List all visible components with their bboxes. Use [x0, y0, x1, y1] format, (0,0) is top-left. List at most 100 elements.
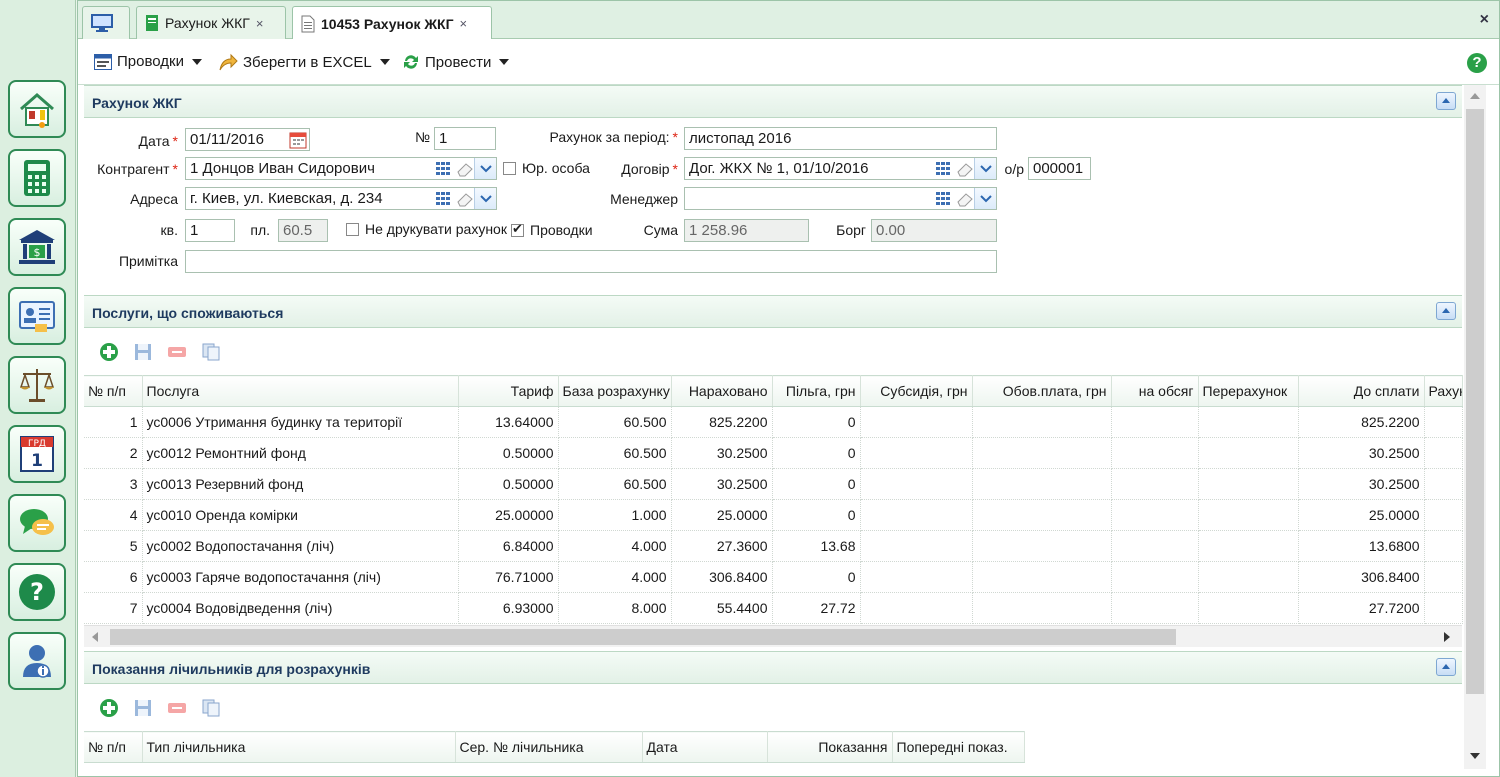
table-cell[interactable]: 4.000	[558, 530, 672, 562]
note-field[interactable]	[185, 250, 997, 273]
table-cell[interactable]	[860, 592, 973, 624]
eraser-icon[interactable]	[956, 191, 974, 207]
scroll-thumb[interactable]	[110, 629, 1176, 645]
table-cell[interactable]	[1424, 406, 1463, 438]
table-cell[interactable]: 4.000	[558, 561, 672, 593]
post-document-button[interactable]: Провести	[402, 53, 510, 71]
table-cell[interactable]	[972, 437, 1112, 469]
table-cell[interactable]: ус0003 Гаряче водопостачання (ліч)	[142, 561, 459, 593]
col-header[interactable]: № п/п	[84, 731, 143, 763]
table-cell[interactable]: 3	[84, 468, 143, 500]
table-cell[interactable]: 0.50000	[458, 437, 559, 469]
table-row[interactable]: 7 ус0004 Водовідведення (ліч) 6.93000 8.000…	[84, 592, 1463, 624]
table-cell[interactable]: 13.68	[772, 530, 861, 562]
calendar-button[interactable]: ГРД 1	[8, 425, 66, 483]
table-cell[interactable]: 0	[772, 406, 861, 438]
table-row[interactable]: 6 ус0003 Гаряче водопостачання (ліч) 76.71…	[84, 561, 1463, 593]
contacts-button[interactable]	[8, 287, 66, 345]
table-cell[interactable]: 55.4400	[671, 592, 773, 624]
postings-checkbox[interactable]: Проводки	[511, 221, 593, 238]
balance-button[interactable]	[8, 356, 66, 414]
table-cell[interactable]	[1198, 530, 1299, 562]
table-cell[interactable]	[972, 530, 1112, 562]
user-info-button[interactable]	[8, 632, 66, 690]
table-cell[interactable]	[860, 468, 973, 500]
table-cell[interactable]	[1111, 530, 1199, 562]
col-header[interactable]: До сплати	[1298, 375, 1425, 407]
table-cell[interactable]	[1111, 406, 1199, 438]
collapse-panel-button[interactable]	[1436, 302, 1456, 320]
help-sidebar-button[interactable]: ?	[8, 563, 66, 621]
table-cell[interactable]: 4	[84, 499, 143, 531]
collapse-panel-button[interactable]	[1436, 92, 1456, 110]
table-cell[interactable]: 5	[84, 530, 143, 562]
table-cell[interactable]: ус0013 Резервний фонд	[142, 468, 459, 500]
add-row-button[interactable]	[98, 697, 120, 719]
table-cell[interactable]: ус0004 Водовідведення (ліч)	[142, 592, 459, 624]
tab-utility-bill-list[interactable]: Рахунок ЖКГ ×	[136, 6, 286, 39]
table-cell[interactable]: ус0010 Оренда комірки	[142, 499, 459, 531]
scroll-down-arrow-icon[interactable]	[1470, 753, 1480, 759]
table-cell[interactable]: 25.00000	[458, 499, 559, 531]
add-row-button[interactable]	[98, 341, 120, 363]
table-cell[interactable]	[972, 468, 1112, 500]
table-cell[interactable]: 76.71000	[458, 561, 559, 593]
col-header[interactable]: Дата	[642, 731, 768, 763]
table-cell[interactable]	[1111, 561, 1199, 593]
eraser-icon[interactable]	[956, 161, 974, 177]
table-cell[interactable]: 27.7200	[1298, 592, 1425, 624]
table-cell[interactable]	[1424, 499, 1463, 531]
number-field[interactable]: 1	[434, 127, 496, 150]
col-header[interactable]: Перерахунок	[1198, 375, 1299, 407]
address-field[interactable]: г. Киев, ул. Киевская, д. 234	[185, 187, 497, 210]
table-cell[interactable]: 30.2500	[671, 437, 773, 469]
col-header[interactable]: Попередні показ.	[892, 731, 1025, 763]
dropdown-button[interactable]	[974, 158, 996, 179]
table-cell[interactable]: 0	[772, 499, 861, 531]
table-cell[interactable]: 30.2500	[1298, 437, 1425, 469]
save-to-excel-button[interactable]: Зберегти в EXCEL	[218, 53, 390, 71]
tab-close-button[interactable]: ×	[256, 16, 264, 31]
table-row[interactable]: 3 ус0013 Резервний фонд 0.50000 60.500 30.25…	[84, 468, 1463, 500]
table-cell[interactable]	[972, 499, 1112, 531]
save-row-button[interactable]	[132, 341, 154, 363]
table-cell[interactable]: ус0006 Утримання будинку та території	[142, 406, 459, 438]
eraser-icon[interactable]	[456, 191, 474, 207]
table-cell[interactable]: 25.0000	[671, 499, 773, 531]
help-button[interactable]: ?	[1467, 53, 1487, 73]
table-cell[interactable]: 7	[84, 592, 143, 624]
table-cell[interactable]: 30.2500	[1298, 468, 1425, 500]
table-cell[interactable]	[860, 530, 973, 562]
bank-button[interactable]: $	[8, 218, 66, 276]
copy-row-button[interactable]	[200, 697, 222, 719]
postings-menu-button[interactable]: Проводки	[94, 53, 202, 70]
col-header[interactable]: Обов.плата, грн	[972, 375, 1112, 407]
col-header[interactable]: на обсяг	[1111, 375, 1199, 407]
table-cell[interactable]: 306.8400	[671, 561, 773, 593]
table-cell[interactable]: 2	[84, 437, 143, 469]
scroll-thumb[interactable]	[1466, 109, 1484, 694]
dropdown-button[interactable]	[474, 158, 496, 179]
close-window-button[interactable]: ×	[1480, 11, 1489, 29]
calculator-button[interactable]	[8, 149, 66, 207]
col-header[interactable]: Нараховано	[671, 375, 773, 407]
table-cell[interactable]	[972, 406, 1112, 438]
table-row[interactable]: 2 ус0012 Ремонтний фонд 0.50000 60.500 30.25…	[84, 437, 1463, 469]
table-cell[interactable]: 60.500	[558, 468, 672, 500]
table-cell[interactable]	[972, 592, 1112, 624]
table-row[interactable]: 4 ус0010 Оренда комірки 25.00000 1.000 25.00…	[84, 499, 1463, 531]
table-cell[interactable]: 825.2200	[1298, 406, 1425, 438]
table-cell[interactable]: 6.93000	[458, 592, 559, 624]
table-cell[interactable]: 6	[84, 561, 143, 593]
table-cell[interactable]: 825.2200	[671, 406, 773, 438]
delete-row-button[interactable]	[166, 341, 188, 363]
table-cell[interactable]: 60.500	[558, 437, 672, 469]
table-cell[interactable]: 13.6800	[1298, 530, 1425, 562]
period-field[interactable]: листопад 2016	[684, 127, 997, 150]
col-header[interactable]: Рахунок	[1424, 375, 1463, 407]
table-cell[interactable]: 27.72	[772, 592, 861, 624]
tab-utility-bill-10453[interactable]: 10453 Рахунок ЖКГ ×	[292, 6, 492, 40]
table-cell[interactable]	[1198, 406, 1299, 438]
eraser-icon[interactable]	[456, 161, 474, 177]
table-cell[interactable]	[1198, 592, 1299, 624]
